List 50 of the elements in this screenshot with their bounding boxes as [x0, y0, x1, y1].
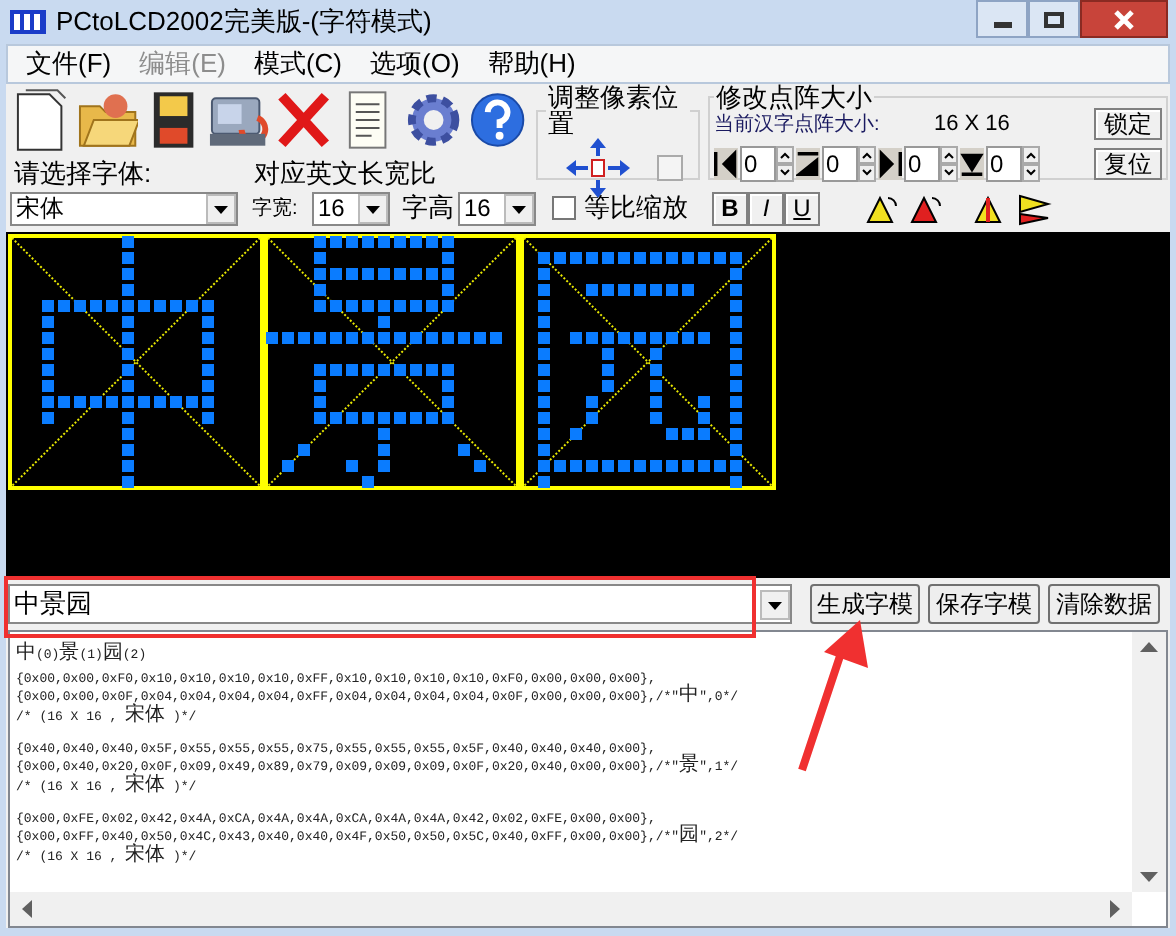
style-button[interactable]: I: [748, 191, 784, 225]
dot-matrix-cell[interactable]: [520, 234, 776, 490]
dot-matrix-cell[interactable]: [264, 234, 520, 490]
menu-item[interactable]: 模式(C): [241, 44, 354, 84]
height-label: 字高: [402, 190, 456, 227]
group-title: 修改点阵大小: [714, 84, 874, 110]
action-button[interactable]: 生成字模: [810, 584, 920, 624]
checkbox-label: 等比缩放: [584, 190, 690, 227]
style-button[interactable]: B: [712, 191, 748, 225]
menu-item[interactable]: 帮助(H): [475, 44, 588, 84]
window-title: PCtoLCD2002完美版-(字符模式): [56, 4, 432, 41]
scroll-down-icon[interactable]: [1140, 872, 1158, 884]
spin-arrows-icon[interactable]: [1022, 146, 1040, 182]
spin-field[interactable]: 0: [822, 146, 858, 182]
spin-arrows-icon[interactable]: [940, 146, 958, 182]
vertical-scrollbar[interactable]: [1132, 632, 1166, 892]
flip-vertical-icon[interactable]: [1016, 190, 1056, 226]
matrix-size-label: 当前汉字点阵大小:: [714, 113, 882, 135]
horizontal-scrollbar[interactable]: [10, 892, 1132, 926]
app-icon: [10, 6, 46, 38]
reset-button[interactable]: 复位: [1094, 148, 1162, 180]
lock-button[interactable]: 锁定: [1094, 108, 1162, 140]
scroll-left-icon[interactable]: [20, 900, 32, 918]
menu-item[interactable]: 选项(O): [358, 44, 472, 84]
group-title: 调整像素位置: [546, 84, 680, 136]
spin-arrows-icon[interactable]: [776, 146, 794, 182]
dot-matrix-cell[interactable]: [8, 234, 264, 490]
action-button[interactable]: 清除数据: [1048, 584, 1160, 624]
action-button[interactable]: 保存字模: [928, 584, 1040, 624]
spin-field[interactable]: 0: [740, 146, 776, 182]
scroll-up-icon[interactable]: [1140, 640, 1158, 652]
style-button[interactable]: U: [784, 191, 820, 225]
spin-field[interactable]: 0: [904, 146, 940, 182]
width-combo[interactable]: 16: [312, 191, 390, 225]
height-combo[interactable]: 16: [458, 191, 536, 225]
close-button[interactable]: [1080, 0, 1168, 38]
scroll-right-icon[interactable]: [1110, 900, 1122, 918]
font-combo[interactable]: 宋体: [10, 191, 238, 225]
maximize-button[interactable]: [1028, 0, 1080, 38]
ratio-label: 对应英文长宽比: [254, 160, 436, 188]
menu-item[interactable]: 文件(F): [14, 44, 124, 84]
spin-arrows-icon[interactable]: [858, 146, 876, 182]
width-label: 字宽:: [252, 195, 300, 223]
matrix-size-value: 16 X 16: [934, 109, 1012, 140]
close-icon: [1112, 9, 1136, 29]
text-input-combo[interactable]: 中景园: [8, 584, 792, 624]
spin-field[interactable]: 0: [986, 146, 1022, 182]
font-label: 请选择字体:: [14, 160, 154, 188]
proportional-checkbox[interactable]: [552, 196, 576, 220]
minimize-button[interactable]: [976, 0, 1028, 38]
